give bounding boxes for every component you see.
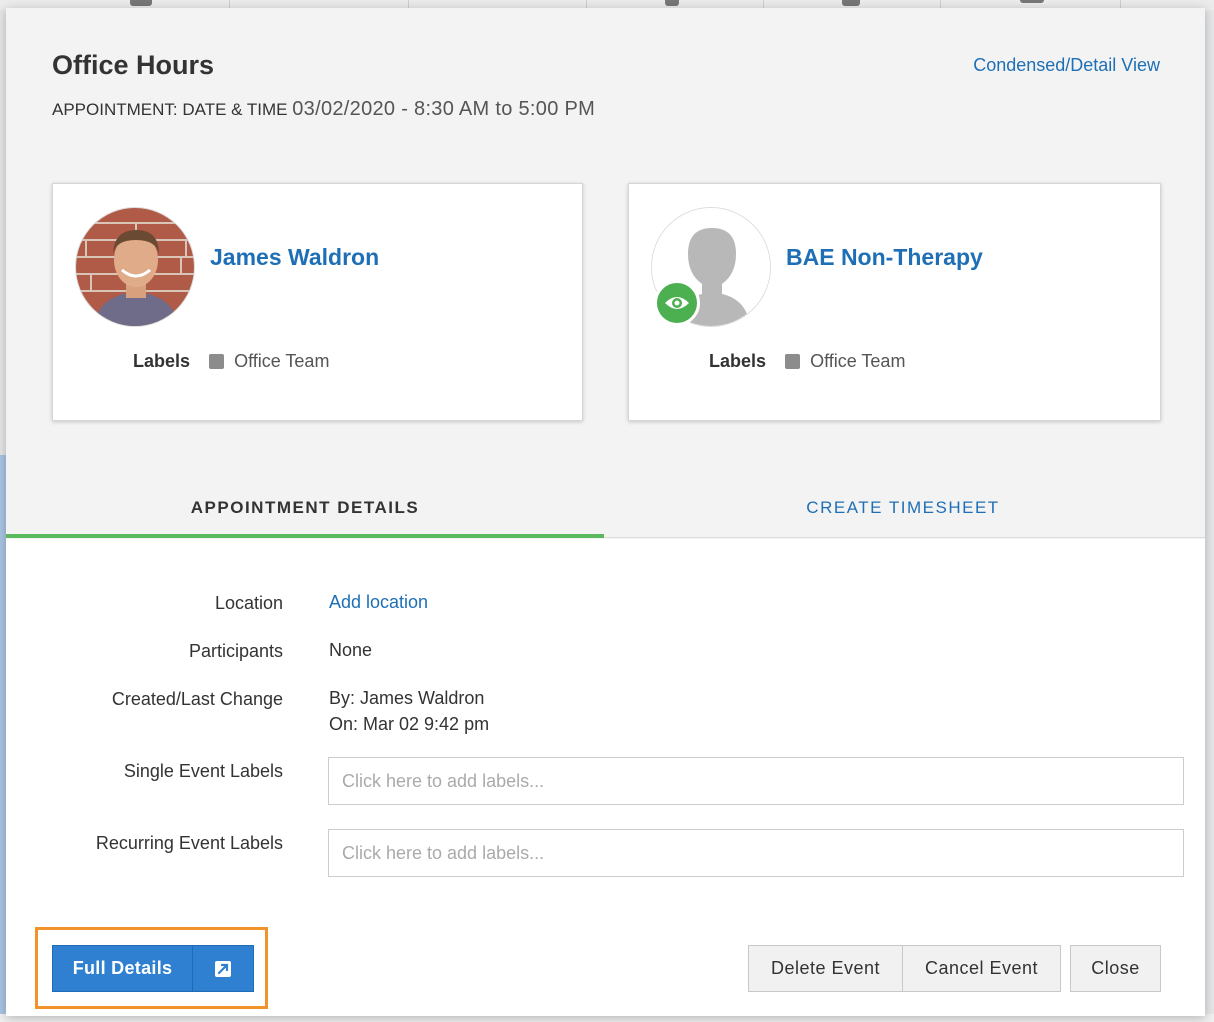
location-label: Location bbox=[214, 593, 283, 613]
appointment-datetime: APPOINTMENT: DATE & TIME 03/02/2020 - 8:… bbox=[52, 98, 595, 121]
staff-name-link[interactable]: James Waldron bbox=[210, 244, 379, 271]
external-link-icon[interactable] bbox=[193, 946, 253, 991]
appointment-modal: Office Hours Condensed/Detail View APPOI… bbox=[6, 8, 1205, 1016]
modal-title: Office Hours bbox=[52, 50, 215, 80]
staff-card: James Waldron Labels Office Team bbox=[52, 183, 583, 421]
client-name-link[interactable]: BAE Non-Therapy bbox=[786, 244, 983, 271]
client-card: BAE Non-Therapy Labels Office Team bbox=[628, 183, 1161, 421]
labels-heading: Labels bbox=[133, 351, 191, 371]
full-details-label: Full Details bbox=[53, 946, 193, 991]
full-details-button[interactable]: Full Details bbox=[52, 945, 254, 992]
participants-value: None bbox=[329, 640, 373, 660]
label-office-team: Office Team bbox=[810, 351, 906, 371]
created-on: On: Mar 02 9:42 pm bbox=[329, 714, 490, 734]
tab-create-timesheet[interactable]: Create Timesheet bbox=[604, 488, 1202, 538]
client-labels: Labels Office Team bbox=[709, 351, 905, 372]
background-icon bbox=[842, 0, 860, 6]
cancel-event-button[interactable]: Cancel Event bbox=[902, 945, 1061, 992]
labels-heading: Labels bbox=[709, 351, 767, 371]
background-icon bbox=[1020, 0, 1044, 3]
condensed-detail-view-link[interactable]: Condensed/Detail View bbox=[973, 55, 1160, 76]
background-icon bbox=[665, 0, 679, 6]
eye-icon[interactable] bbox=[654, 280, 700, 326]
detail-tabs: Appointment Details Create Timesheet bbox=[6, 488, 1205, 538]
created-label: Created/Last Change bbox=[111, 689, 283, 709]
staff-labels: Labels Office Team bbox=[133, 351, 329, 372]
delete-event-button[interactable]: Delete Event bbox=[748, 945, 903, 992]
created-by: By: James Waldron bbox=[329, 688, 485, 708]
label-color-swatch bbox=[209, 354, 225, 369]
user-photo-icon bbox=[76, 208, 194, 326]
recurring-event-labels-input[interactable] bbox=[328, 829, 1184, 877]
participants-label: Participants bbox=[188, 641, 283, 661]
single-event-labels-label: Single Event Labels bbox=[123, 761, 283, 781]
tab-appointment-details[interactable]: Appointment Details bbox=[6, 488, 604, 538]
label-office-team: Office Team bbox=[234, 351, 330, 371]
label-color-swatch bbox=[785, 354, 801, 369]
recurring-event-labels-label: Recurring Event Labels bbox=[95, 833, 283, 853]
avatar[interactable] bbox=[75, 207, 195, 327]
appointment-datetime-value: 03/02/2020 - 8:30 AM to 5:00 PM bbox=[292, 98, 596, 120]
close-button[interactable]: Close bbox=[1070, 945, 1161, 992]
background-icon bbox=[130, 0, 152, 6]
location-value-wrap: Add location bbox=[329, 589, 428, 615]
single-event-labels-input[interactable] bbox=[328, 757, 1184, 805]
appointment-datetime-label: APPOINTMENT: DATE & TIME bbox=[52, 100, 288, 119]
add-location-link[interactable]: Add location bbox=[329, 592, 428, 612]
